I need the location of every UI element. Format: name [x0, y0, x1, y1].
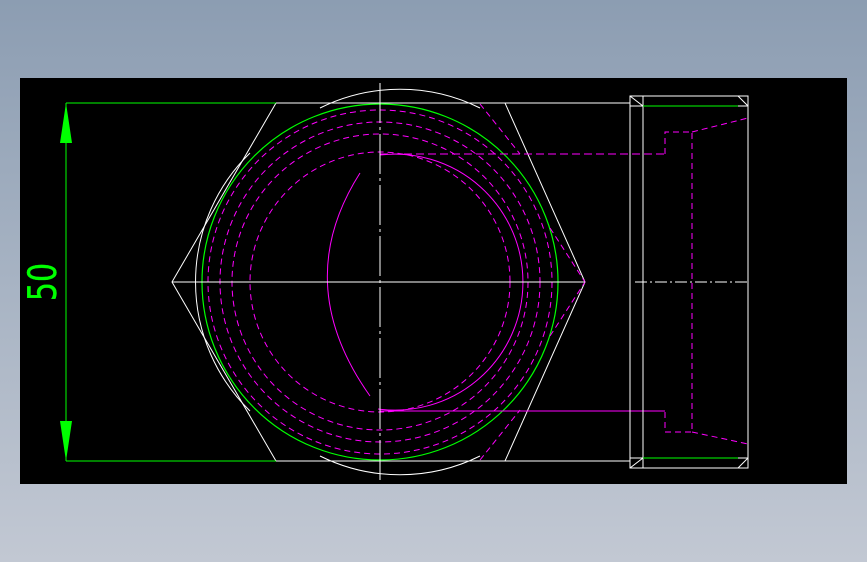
flange-chamfer-tl — [629, 95, 644, 107]
dimension-arrow-bottom — [60, 421, 72, 461]
dimension-arrow-top — [60, 103, 72, 143]
flange-hidden-taper-bottom — [691, 431, 749, 445]
dimension-label: 50 — [21, 263, 66, 301]
hidden-hex-right-bottom — [549, 281, 586, 337]
part-drawing: 50 — [21, 83, 749, 480]
hidden-hex-right-top — [549, 227, 586, 283]
bore-lens-left — [326, 172, 371, 397]
cad-drawing-area[interactable]: 50 — [20, 78, 847, 484]
flange-chamfer-br — [737, 457, 749, 469]
flange-hidden-taper-top — [691, 117, 749, 133]
flange-chamfer-bl — [629, 457, 644, 469]
flange-chamfer-tr — [737, 95, 749, 107]
